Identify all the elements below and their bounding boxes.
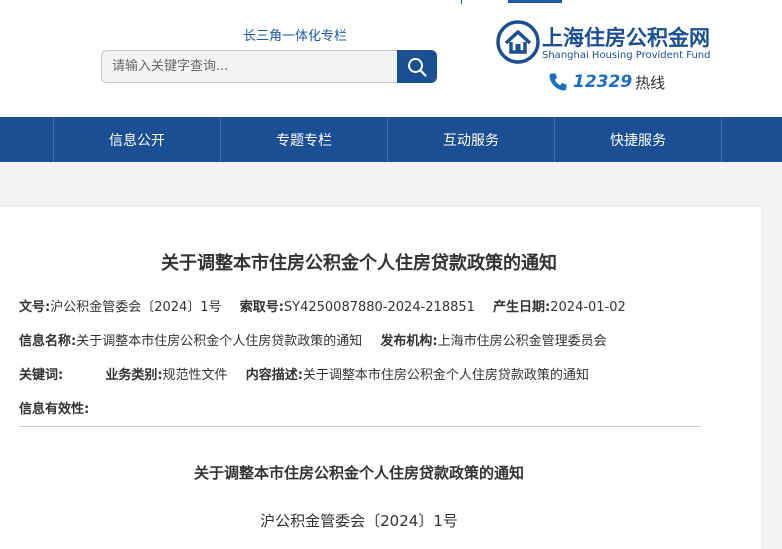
description-value: 关于调整本市住房公积金个人住房贷款政策的通知 [302,368,589,383]
nav-item-quick-services[interactable]: 快捷服务 [554,117,722,162]
category-label: 业务类别: [105,368,163,383]
body-doc-number: 沪公积金管委会〔2024〕1号 [260,512,458,530]
hotline-label: 热线 [635,73,666,92]
meta-row-1: 文号:沪公积金管委会〔2024〕1号 索取号:SY4250087880-2024… [19,296,640,315]
article-panel: 关于调整本市住房公积金个人住房贷款政策的通知 文号:沪公积金管委会〔2024〕1… [0,207,761,549]
nav-item-interactive-services[interactable]: 互动服务 [387,117,554,162]
meta-row-2: 信息名称:关于调整本市住房公积金个人住房贷款政策的通知 发布机构:上海市住房公积… [19,330,621,349]
info-name-label: 信息名称: [19,334,77,349]
nav-item-special-topics[interactable]: 专题专栏 [220,117,387,162]
phone-icon [549,73,567,91]
doc-no-value: 沪公积金管委会〔2024〕1号 [50,300,222,315]
main-nav: 信息公开 专题专栏 互动服务 快捷服务 [0,117,782,162]
index-no-label: 索取号: [239,300,284,315]
article-title: 关于调整本市住房公积金个人住房贷款政策的通知 [161,253,557,274]
header-top-divider [461,0,462,4]
publisher-label: 发布机构: [380,334,438,349]
header-top-tab [508,0,562,3]
logo-english-name: Shanghai Housing Provident Fund [542,50,711,61]
nav-item-info-disclosure[interactable]: 信息公开 [53,117,220,162]
category-value: 规范性文件 [162,368,228,383]
search-button[interactable] [397,50,437,83]
publisher-value: 上海市住房公积金管理委员会 [437,334,607,349]
meta-divider [19,426,701,427]
meta-row-4: 信息有效性: [19,398,103,417]
date-value: 2024-01-02 [550,300,626,315]
info-name-value: 关于调整本市住房公积金个人住房贷款政策的通知 [76,334,363,349]
meta-row-3: 关键词: 业务类别:规范性文件 内容描述:关于调整本市住房公积金个人住房贷款政策… [19,364,603,383]
site-header: 长三角一体化专栏 上海住房公积金网 Shanghai Housing Provi… [0,0,782,117]
hotline: 12329 热线 [548,70,665,94]
body-title: 关于调整本市住房公积金个人住房贷款政策的通知 [193,464,524,482]
logo-chinese-name: 上海住房公积金网 [542,26,710,50]
keywords-label: 关键词: [19,368,64,383]
hotline-number: 12329 [573,72,633,92]
description-label: 内容描述: [245,368,303,383]
yangtze-delta-link[interactable]: 长三角一体化专栏 [243,25,347,44]
site-logo[interactable]: 上海住房公积金网 Shanghai Housing Provident Fund [496,19,726,65]
index-no-value: SY4250087880-2024-218851 [283,300,475,315]
house-logo-icon [496,20,540,64]
validity-label: 信息有效性: [19,402,90,417]
doc-no-label: 文号: [19,300,51,315]
search-icon [408,57,427,77]
search-bar [101,50,437,83]
date-label: 产生日期: [493,300,551,315]
search-input[interactable] [101,50,398,83]
